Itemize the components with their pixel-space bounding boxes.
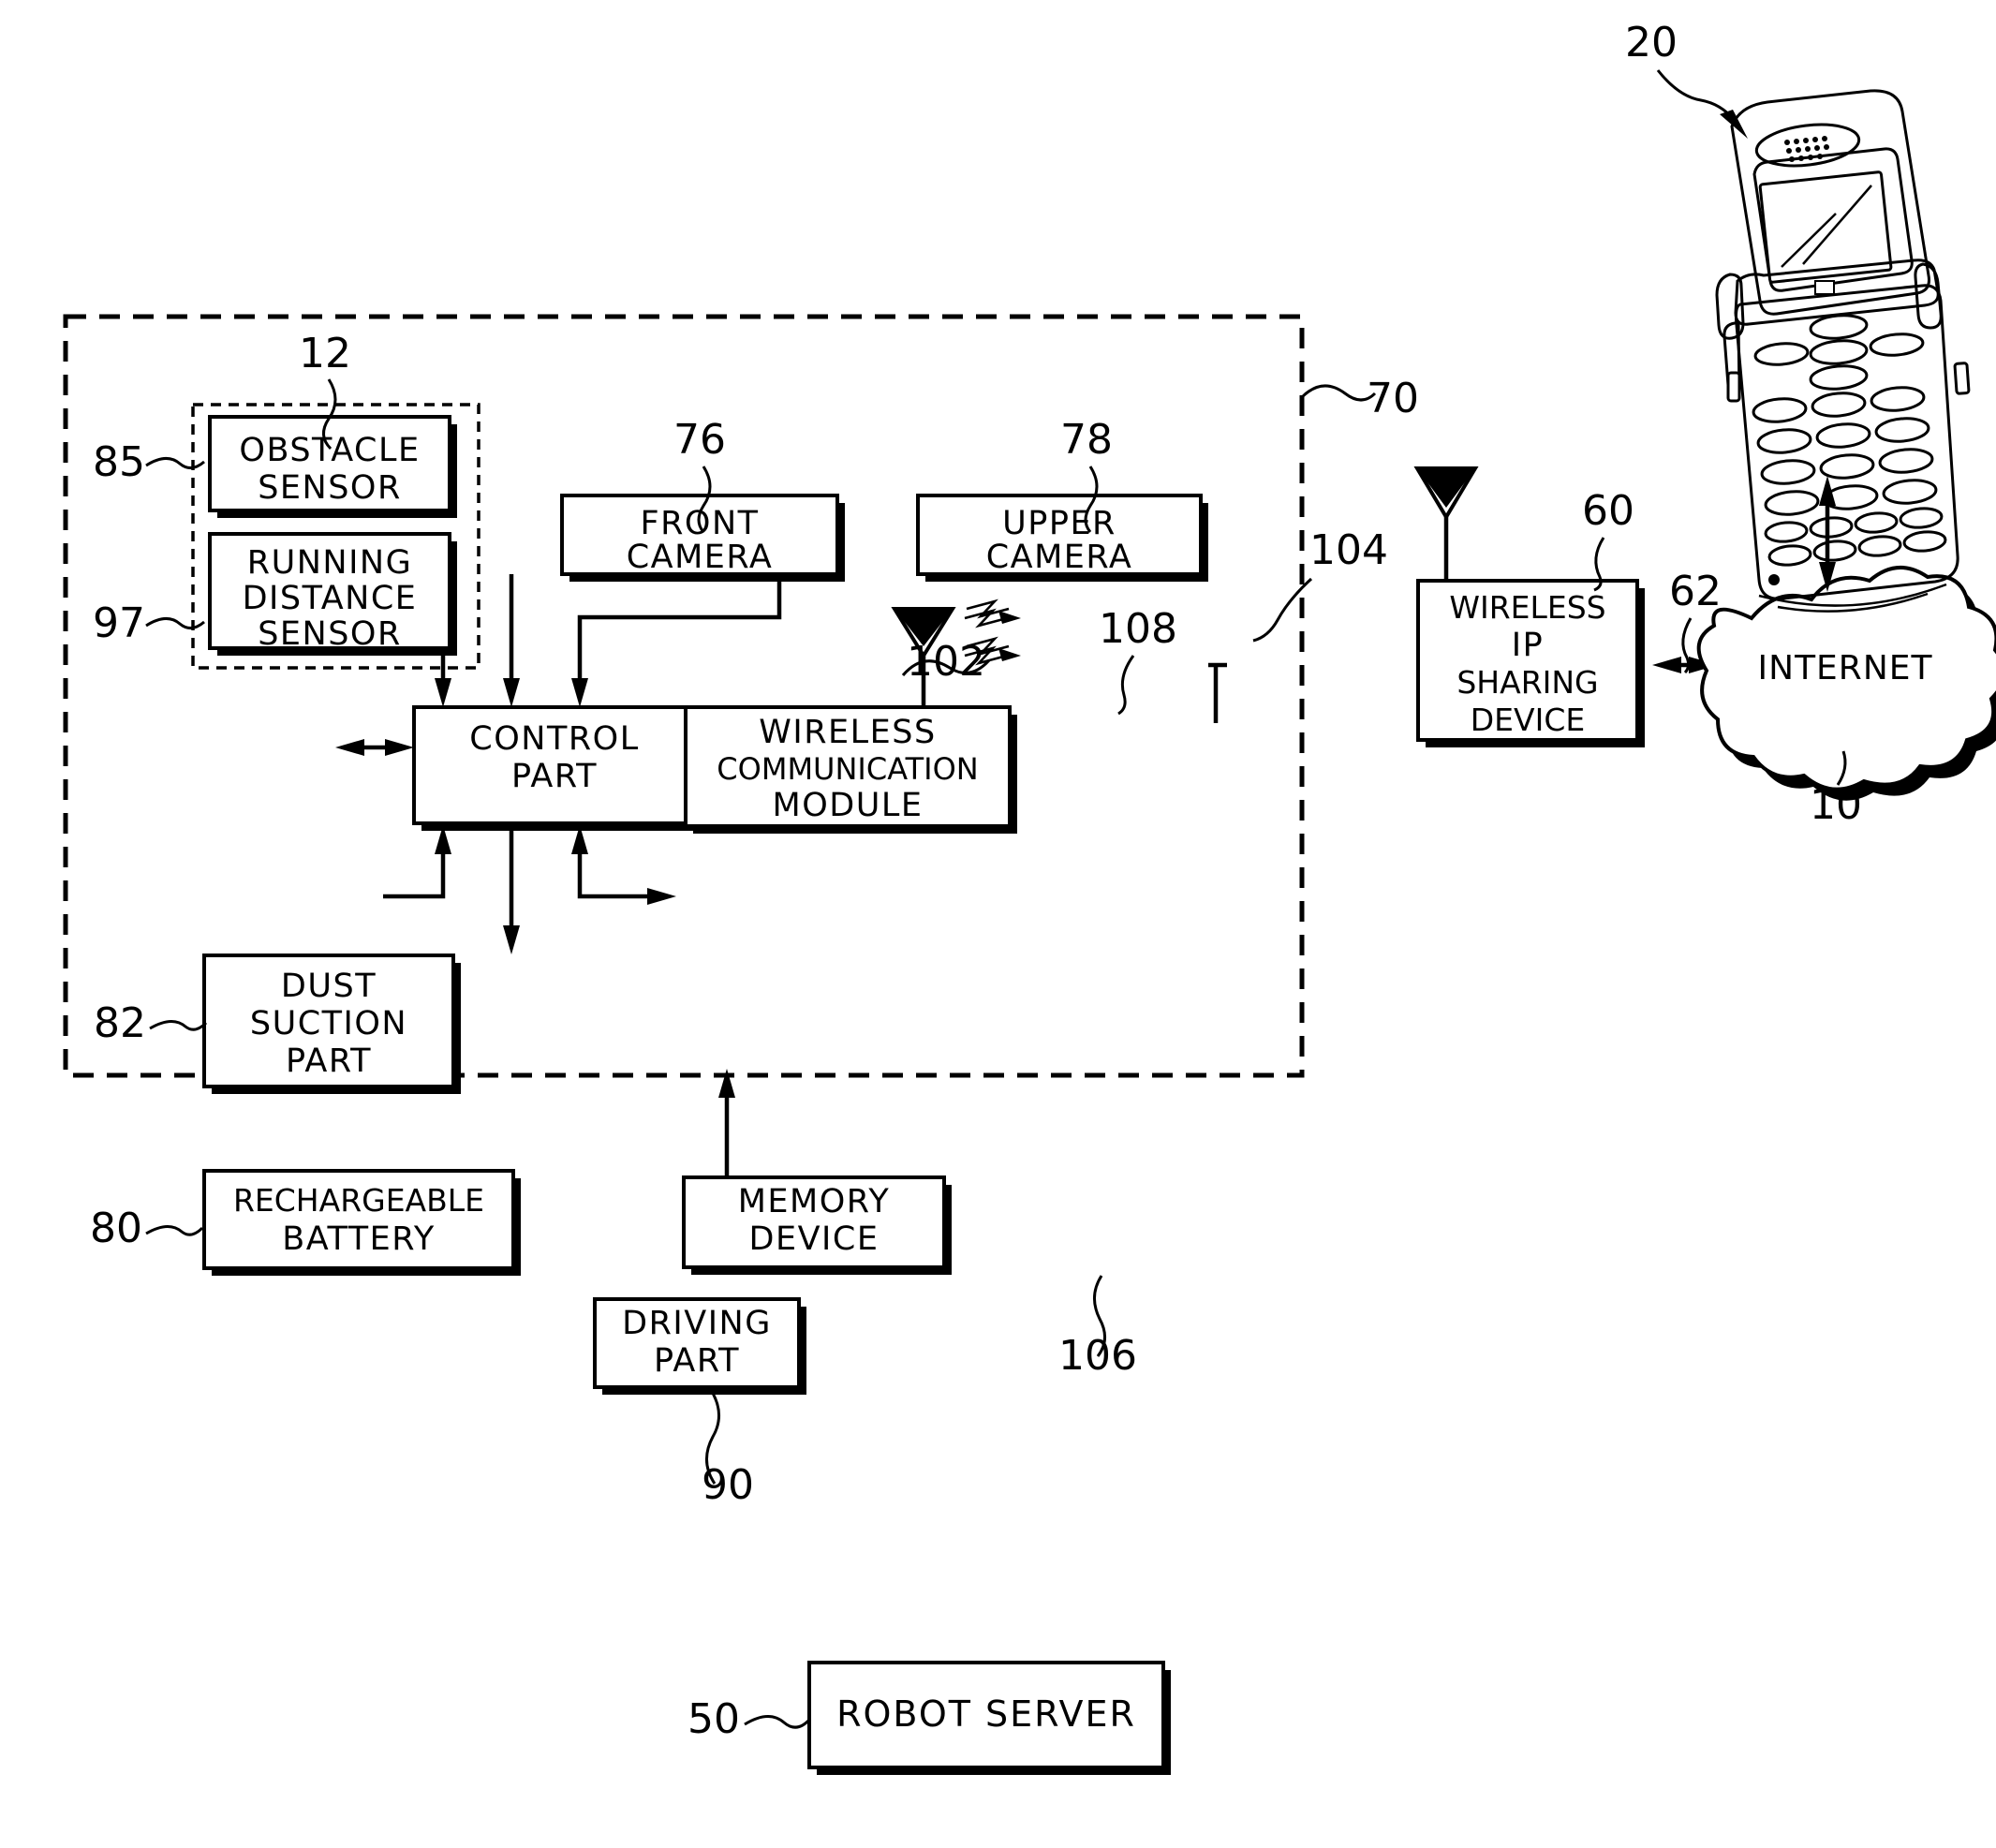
obstacle-sensor-line-1: OBSTACLE <box>239 432 420 469</box>
dust-suction-line-3: PART <box>286 1042 372 1080</box>
block-memory-device[interactable]: MEMORY DEVICE <box>682 1175 952 1275</box>
running-distance-sensor-line-3: SENSOR <box>258 615 402 653</box>
internet-label: INTERNET <box>1758 649 1933 687</box>
ref-104: 104 <box>1252 526 1388 643</box>
front-camera-line-2: CAMERA <box>627 539 774 576</box>
ref-82: 82 <box>94 999 208 1047</box>
ref-label-60: 60 <box>1582 487 1634 535</box>
mobile-terminal-illustration <box>1715 89 1971 613</box>
wireless-ip-line-4: DEVICE <box>1471 702 1585 738</box>
memory-device-line-1: MEMORY <box>738 1183 891 1220</box>
wireless-ip-line-1: WIRELESS <box>1449 589 1605 626</box>
robot-server-label: ROBOT SERVER <box>836 1693 1136 1735</box>
ref-106: 106 <box>1058 1275 1137 1380</box>
ref-60: 60 <box>1582 487 1634 592</box>
ref-70: 70 <box>1300 375 1419 422</box>
ref-102: 102 <box>901 638 991 686</box>
block-control-part[interactable]: CONTROL PART <box>412 705 702 831</box>
driving-part-line-2: PART <box>654 1342 740 1380</box>
dust-suction-line-1: DUST <box>281 968 377 1005</box>
ref-97: 97 <box>93 599 205 647</box>
wireless-ip-line-3: SHARING <box>1456 664 1598 701</box>
ref-label-85: 85 <box>93 438 145 486</box>
ref-label-12: 12 <box>299 330 351 377</box>
wireless-comm-line-3: MODULE <box>773 787 924 824</box>
block-running-distance-sensor[interactable]: RUNNING DISTANCE SENSOR <box>208 532 457 656</box>
ref-label-104: 104 <box>1309 526 1388 574</box>
block-driving-part[interactable]: DRIVING PART <box>593 1297 806 1395</box>
ref-label-80: 80 <box>90 1205 142 1252</box>
wireless-comm-line-2: COMMUNICATION <box>717 751 978 787</box>
running-distance-sensor-line-1: RUNNING <box>247 544 412 582</box>
ref-20: 20 <box>1625 19 1748 139</box>
ref-85: 85 <box>93 438 205 486</box>
ref-label-62: 62 <box>1669 568 1722 615</box>
ref-label-76: 76 <box>673 416 726 464</box>
connector-wires <box>333 574 1227 1217</box>
ref-label-50: 50 <box>688 1695 740 1743</box>
upper-camera-line-2: CAMERA <box>986 539 1133 576</box>
ref-label-10: 10 <box>1810 781 1862 829</box>
memory-device-line-2: DEVICE <box>749 1220 880 1258</box>
ref-90: 90 <box>702 1389 754 1509</box>
block-upper-camera[interactable]: UPPER CAMERA <box>916 494 1208 582</box>
ref-label-70: 70 <box>1367 375 1419 422</box>
ref-label-108: 108 <box>1099 605 1177 653</box>
ref-label-90: 90 <box>702 1461 754 1509</box>
block-robot-server[interactable]: ROBOT SERVER <box>807 1661 1171 1775</box>
block-dust-suction-part[interactable]: DUST SUCTION PART <box>202 954 461 1094</box>
control-part-line-1: CONTROL <box>469 720 639 758</box>
ref-label-97: 97 <box>93 599 145 647</box>
block-obstacle-sensor[interactable]: OBSTACLE SENSOR <box>208 415 457 518</box>
rechargeable-battery-line-2: BATTERY <box>282 1220 435 1258</box>
ref-108: 108 <box>1099 605 1177 716</box>
block-wireless-ip-sharing-device[interactable]: WIRELESS IP SHARING DEVICE <box>1416 579 1645 747</box>
obstacle-sensor-line-2: SENSOR <box>258 469 402 507</box>
rechargeable-battery-line-1: RECHARGEABLE <box>233 1182 484 1219</box>
patent-figure-canvas: OBSTACLE SENSOR RUNNING DISTANCE SENSOR … <box>0 0 1996 1848</box>
block-rechargeable-battery[interactable]: RECHARGEABLE BATTERY <box>202 1169 521 1276</box>
ref-80: 80 <box>90 1205 204 1252</box>
ref-50: 50 <box>688 1695 812 1743</box>
internet-cloud[interactable]: INTERNET <box>1696 565 1996 801</box>
running-distance-sensor-line-2: DISTANCE <box>243 580 418 617</box>
ref-label-78: 78 <box>1060 416 1113 464</box>
block-wireless-communication-module[interactable]: WIRELESS COMMUNICATION MODULE <box>684 705 1017 834</box>
driving-part-line-1: DRIVING <box>622 1305 772 1342</box>
control-part-line-2: PART <box>511 758 598 795</box>
router-antenna-icon <box>1413 466 1479 581</box>
wireless-ip-line-2: IP <box>1512 627 1544 664</box>
ref-label-20: 20 <box>1625 19 1678 67</box>
ref-label-82: 82 <box>94 999 146 1047</box>
block-diagram-svg: OBSTACLE SENSOR RUNNING DISTANCE SENSOR … <box>63 19 1996 1775</box>
upper-camera-line-1: UPPER <box>1002 505 1116 542</box>
dust-suction-line-2: SUCTION <box>250 1005 407 1042</box>
wireless-comm-line-1: WIRELESS <box>759 714 936 751</box>
